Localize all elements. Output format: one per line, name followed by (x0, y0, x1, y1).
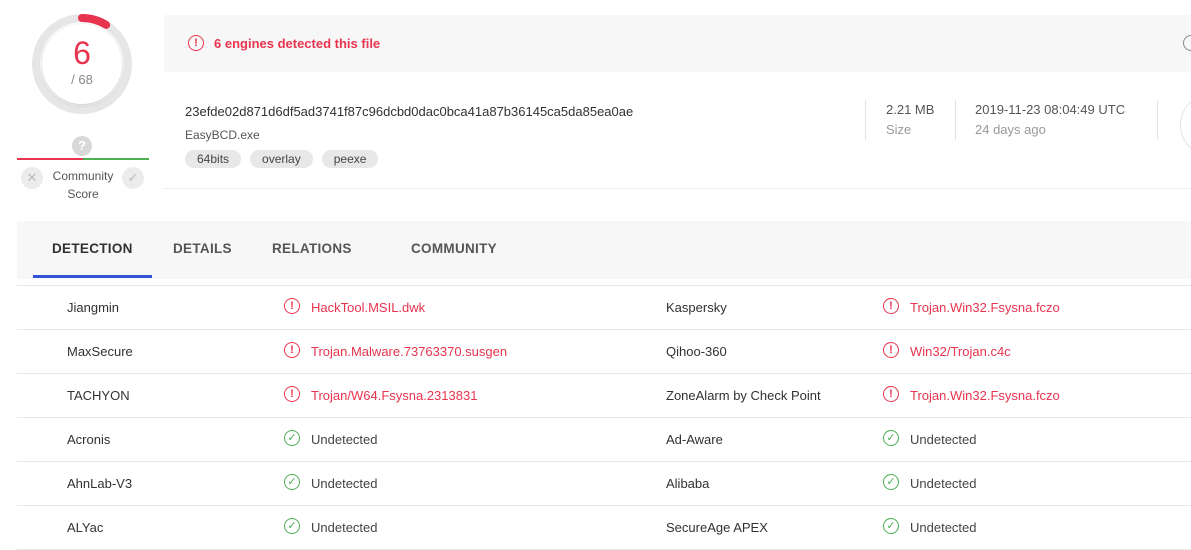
check-circle-icon: ✓ (284, 474, 300, 490)
community-negative-bar (17, 158, 83, 160)
close-icon: ✕ (26, 170, 38, 185)
table-row: TACHYON ! Trojan/W64.Fsysna.2313831 Zone… (17, 374, 1191, 418)
table-row: ALYac ✓ Undetected SecureAge APEX ✓ Unde… (17, 506, 1191, 550)
check-circle-icon: ✓ (883, 430, 899, 446)
detection-result[interactable]: Trojan.Win32.Fsysna.fczo (910, 388, 1060, 403)
engine-name: Ad-Aware (666, 432, 723, 447)
engine-name: MaxSecure (67, 344, 133, 359)
detection-result: Undetected (910, 432, 977, 447)
alert-circle-icon: ! (284, 298, 300, 314)
table-row: Jiangmin ! HackTool.MSIL.dwk Kaspersky !… (17, 285, 1191, 330)
file-info-card: 23efde02d871d6df5ad3741f87c96dcbd0dac0bc… (164, 72, 1191, 189)
partial-circle-icon[interactable] (1183, 35, 1191, 51)
engine-name: Acronis (67, 432, 111, 447)
alert-circle-icon: ! (188, 35, 204, 51)
engine-name: ZoneAlarm by Check Point (666, 388, 821, 403)
table-row: MaxSecure ! Trojan.Malware.73763370.susg… (17, 330, 1191, 374)
tab-detection[interactable]: DETECTION (52, 241, 133, 256)
divider (1157, 100, 1158, 140)
check-circle-icon: ✓ (284, 430, 300, 446)
alert-circle-icon: ! (284, 342, 300, 358)
tab-relations[interactable]: RELATIONS (272, 241, 352, 256)
alert-circle-icon: ! (883, 298, 899, 314)
vote-malicious-button[interactable]: ✕ (21, 167, 43, 189)
table-row: Acronis ✓ Undetected Ad-Aware ✓ Undetect… (17, 418, 1191, 462)
tag-64bits[interactable]: 64bits (185, 150, 242, 168)
file-hash[interactable]: 23efde02d871d6df5ad3741f87c96dcbd0dac0bc… (185, 104, 633, 119)
alert-circle-icon: ! (883, 386, 899, 402)
analysis-date-value: 2019-11-23 08:04:49 UTC (975, 102, 1126, 117)
engine-name: Qihoo-360 (666, 344, 727, 359)
alert-circle-icon: ! (883, 342, 899, 358)
detection-alert-bar: ! 6 engines detected this file (164, 15, 1191, 72)
detection-result[interactable]: HackTool.MSIL.dwk (311, 300, 425, 315)
file-size-value: 2.21 MB (886, 102, 935, 117)
tab-community[interactable]: COMMUNITY (411, 241, 497, 256)
active-tab-indicator (33, 275, 152, 278)
engine-name: Jiangmin (67, 300, 120, 315)
check-circle-icon: ✓ (883, 474, 899, 490)
detections-table: Jiangmin ! HackTool.MSIL.dwk Kaspersky !… (17, 285, 1191, 550)
check-circle-icon: ✓ (284, 518, 300, 534)
engine-name: ALYac (67, 520, 104, 535)
detected-count: 6 (73, 35, 91, 71)
detection-result: Undetected (311, 432, 378, 447)
vote-harmless-button[interactable]: ✓ (122, 167, 144, 189)
file-name: EasyBCD.exe (185, 128, 260, 142)
engine-name: AhnLab-V3 (67, 476, 133, 491)
detection-result: Undetected (910, 520, 977, 535)
file-type-icon (1180, 94, 1191, 156)
detection-result[interactable]: Trojan/W64.Fsysna.2313831 (311, 388, 477, 403)
question-icon[interactable]: ? (72, 136, 92, 156)
detection-result: Undetected (311, 476, 378, 491)
detection-result[interactable]: Trojan.Win32.Fsysna.fczo (910, 300, 1060, 315)
file-tags: 64bits overlay peexe (185, 150, 387, 168)
divider (955, 100, 956, 140)
engine-name: SecureAge APEX (666, 520, 768, 535)
alert-circle-icon: ! (284, 386, 300, 402)
report-tabs: DETECTION DETAILS RELATIONS COMMUNITY (17, 221, 1191, 279)
community-label-line1: Community (52, 169, 114, 183)
divider (865, 100, 866, 140)
check-icon: ✓ (127, 170, 139, 185)
detection-result[interactable]: Win32/Trojan.c4c (910, 344, 1011, 359)
detection-result: Undetected (311, 520, 378, 535)
engine-total: / 68 (71, 72, 93, 87)
community-positive-bar (83, 158, 149, 160)
table-row: AhnLab-V3 ✓ Undetected Alibaba ✓ Undetec… (17, 462, 1191, 506)
check-circle-icon: ✓ (883, 518, 899, 534)
engine-name: Alibaba (666, 476, 710, 491)
community-score-label: Community Score (44, 167, 122, 203)
community-label-line2: Score (67, 187, 99, 201)
engine-name: Kaspersky (666, 300, 727, 315)
analysis-date-relative: 24 days ago (975, 122, 1046, 137)
detection-result[interactable]: Trojan.Malware.73763370.susgen (311, 344, 507, 359)
score-circle: 6 / 68 (42, 24, 122, 104)
tag-overlay[interactable]: overlay (250, 150, 313, 168)
engine-name: TACHYON (67, 388, 130, 403)
tag-peexe[interactable]: peexe (321, 150, 379, 168)
file-size-label: Size (886, 122, 912, 137)
detection-result: Undetected (910, 476, 977, 491)
detection-score-gauge: 6 / 68 (30, 12, 134, 116)
tab-details[interactable]: DETAILS (173, 241, 232, 256)
alert-text: 6 engines detected this file (214, 36, 381, 51)
